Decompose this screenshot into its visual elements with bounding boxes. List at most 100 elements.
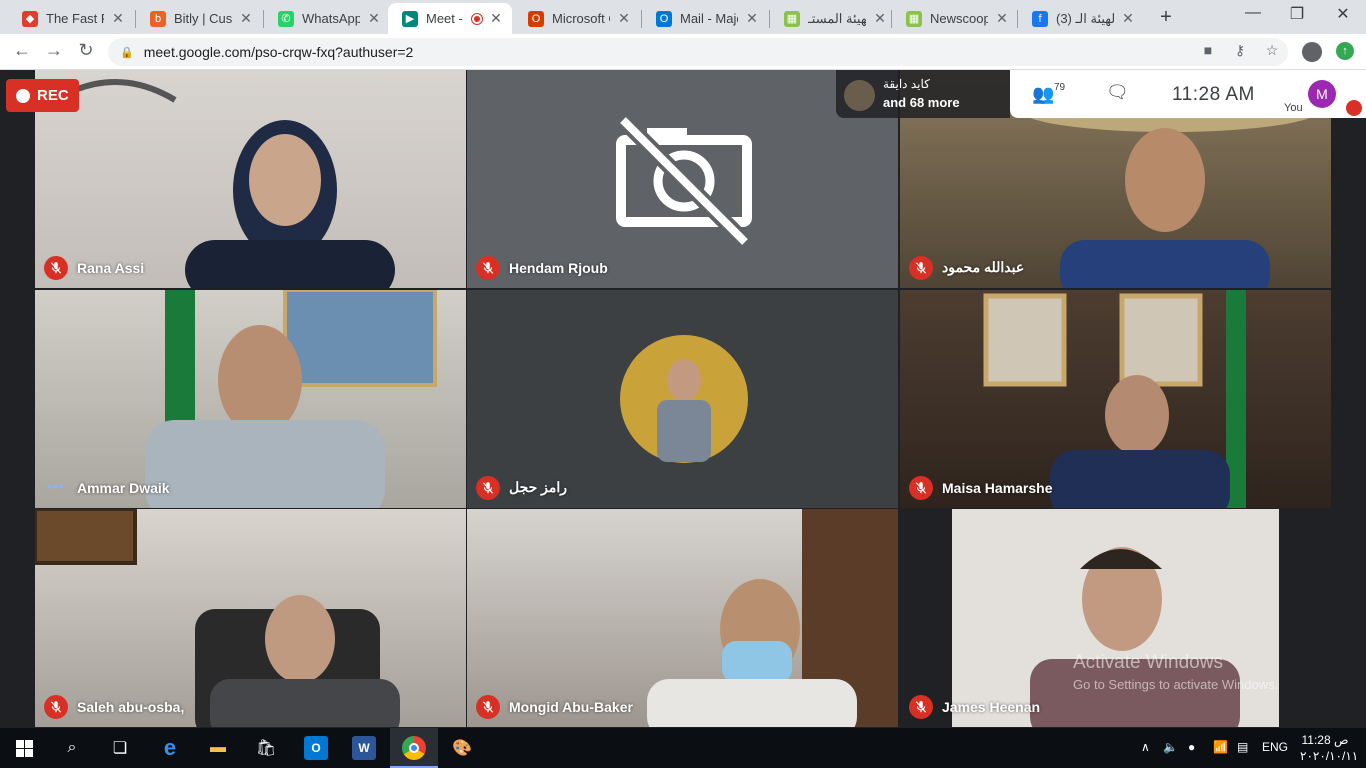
- recording-indicator-icon: [472, 13, 482, 24]
- participant-tile[interactable]: Saleh abu-osba,: [35, 509, 466, 727]
- profile-icon[interactable]: [1302, 42, 1322, 62]
- mic-off-icon: [476, 695, 500, 719]
- activation-watermark-subtitle: Go to Settings to activate Windows.: [1073, 677, 1279, 692]
- close-icon[interactable]: ✕: [110, 10, 126, 27]
- video-feed: [145, 290, 437, 508]
- speaking-indicator-icon: •••: [47, 478, 65, 494]
- maximize-icon[interactable]: ❐: [1287, 4, 1307, 24]
- star-icon[interactable]: ☆: [1262, 42, 1282, 59]
- browser-tab[interactable]: ▦الهيئة المستـ✕: [770, 3, 896, 34]
- key-icon[interactable]: ⚷: [1230, 42, 1250, 59]
- mic-off-icon: [909, 476, 933, 500]
- address-bar[interactable]: 🔒 meet.google.com/pso-crqw-fxq?authuser=…: [108, 38, 1288, 66]
- participant-tile[interactable]: Mongid Abu-Baker: [467, 509, 898, 727]
- browser-tab[interactable]: f(3) الهيئة الـ✕: [1018, 3, 1144, 34]
- participant-name: Rana Assi: [77, 260, 145, 276]
- presenter-chip[interactable]: كايد دايقة and 68 more: [836, 70, 1010, 118]
- video-feed: [73, 79, 395, 288]
- paint-icon[interactable]: 🎨: [450, 736, 474, 760]
- camera-icon[interactable]: ■: [1198, 42, 1218, 58]
- close-icon[interactable]: ✕: [366, 10, 382, 27]
- participant-name: رامز حجل: [509, 479, 568, 495]
- recording-badge: REC: [6, 79, 79, 112]
- record-dot-icon: [16, 88, 30, 103]
- language-indicator[interactable]: ENG: [1262, 740, 1288, 754]
- reload-icon[interactable]: ↻: [74, 40, 98, 61]
- search-icon[interactable]: ⌕: [60, 736, 84, 760]
- participant-name: Maisa Hamarshe: [942, 480, 1053, 496]
- browser-tab[interactable]: ▦ Newscoop ✕: [892, 3, 1018, 34]
- participant-tile[interactable]: Hendam Rjoub: [467, 70, 898, 288]
- video-feed: [952, 509, 1279, 727]
- windows-taskbar: ⌕ ❏ e ▬ 🛍 O W 🎨 ∧ 🔈 ● 📶 ▤ ENG 11:28 ص ٢٠…: [0, 728, 1366, 768]
- keyboard-icon[interactable]: ▤: [1237, 740, 1248, 754]
- participant-tile[interactable]: Rana Assi: [35, 70, 466, 288]
- chat-icon[interactable]: 🗨: [1106, 82, 1129, 103]
- avatar: [620, 335, 748, 463]
- participant-tile[interactable]: ••• Ammar Dwaik: [35, 290, 466, 508]
- you-label: You: [1284, 102, 1303, 114]
- edge-icon[interactable]: e: [158, 735, 182, 760]
- close-icon[interactable]: ✕: [616, 10, 632, 27]
- sheet-icon: ▦: [906, 10, 922, 27]
- whatsapp-icon: ✆: [278, 10, 294, 27]
- back-icon[interactable]: ←: [10, 40, 34, 61]
- url-text: meet.google.com/pso-crqw-fxq?authuser=2: [143, 44, 414, 60]
- participant-name: Mongid Abu-Baker: [509, 699, 633, 715]
- mic-off-icon: [909, 695, 933, 719]
- browser-tab[interactable]: OMicrosoft C✕: [514, 3, 640, 34]
- video-feed: [983, 290, 1246, 508]
- wifi-icon[interactable]: 📶: [1213, 740, 1228, 754]
- self-avatar[interactable]: M: [1308, 80, 1336, 108]
- participant-tile[interactable]: James Heenan: [900, 509, 1331, 727]
- extension-icon[interactable]: ↑: [1336, 42, 1354, 60]
- close-icon[interactable]: ✕: [994, 10, 1010, 27]
- facebook-icon: f: [1032, 10, 1048, 27]
- close-icon[interactable]: ✕: [238, 10, 254, 27]
- video-feed: [647, 509, 898, 727]
- participant-tile[interactable]: Maisa Hamarshe: [900, 290, 1331, 508]
- store-icon[interactable]: 🛍: [254, 736, 278, 760]
- participant-name: Ammar Dwaik: [77, 480, 170, 496]
- self-mic-off-icon: [1346, 100, 1362, 116]
- browser-tab[interactable]: ◆The Fast Re✕: [8, 3, 134, 34]
- close-icon[interactable]: ✕: [744, 10, 760, 27]
- task-view-icon[interactable]: ❏: [108, 736, 132, 760]
- meet-icon: ▶: [402, 10, 418, 27]
- meet-grid: Rana Assi Hendam Rjoub عبدالله محمود •••: [0, 70, 1366, 728]
- participant-tile[interactable]: رامز حجل: [467, 290, 898, 508]
- forward-icon[interactable]: →: [42, 40, 66, 61]
- network-status-icon[interactable]: ●: [1188, 740, 1195, 754]
- browser-tab[interactable]: O Mail - Maje ✕: [642, 3, 768, 34]
- people-icon[interactable]: 👥: [1032, 84, 1054, 105]
- meeting-clock: 11:28 AM: [1172, 84, 1255, 105]
- presenter-more: and 68 more: [883, 95, 960, 110]
- browser-tab[interactable]: ✆ WhatsApp ✕: [264, 3, 390, 34]
- browser-tab[interactable]: bBitly | Custo✕: [136, 3, 262, 34]
- lock-icon: 🔒: [120, 46, 134, 59]
- close-icon[interactable]: ✕: [1120, 10, 1136, 27]
- word-icon[interactable]: W: [352, 736, 376, 760]
- tab-strip: ◆The Fast Re✕ bBitly | Custo✕ ✆WhatsApp✕…: [0, 0, 1366, 34]
- new-tab-button[interactable]: +: [1156, 6, 1176, 29]
- browser-tab-active[interactable]: ▶ Meet - ✕: [388, 3, 512, 34]
- mic-off-icon: [476, 476, 500, 500]
- minimize-icon[interactable]: —: [1243, 4, 1263, 22]
- browser-toolbar: ← → ↻ 🔒 meet.google.com/pso-crqw-fxq?aut…: [0, 34, 1366, 70]
- chrome-icon[interactable]: [402, 736, 426, 760]
- presenter-name: كايد دايقة: [883, 77, 930, 91]
- close-icon[interactable]: ✕: [488, 10, 504, 27]
- sheet-icon: ▦: [784, 10, 800, 27]
- volume-icon[interactable]: 🔈: [1163, 740, 1178, 754]
- file-explorer-icon[interactable]: ▬: [206, 736, 230, 760]
- outlook-icon[interactable]: O: [304, 736, 328, 760]
- close-icon[interactable]: ✕: [872, 10, 888, 27]
- system-clock[interactable]: 11:28 ص ٢٠٢٠/١٠/١١: [1300, 732, 1358, 764]
- windows-start-icon[interactable]: [12, 736, 36, 760]
- mic-off-icon: [44, 695, 68, 719]
- participant-name: James Heenan: [942, 699, 1041, 715]
- mic-off-icon: [476, 256, 500, 280]
- close-window-icon[interactable]: ✕: [1333, 4, 1353, 24]
- tray-overflow-icon[interactable]: ∧: [1141, 740, 1150, 754]
- bitly-icon: b: [150, 10, 166, 27]
